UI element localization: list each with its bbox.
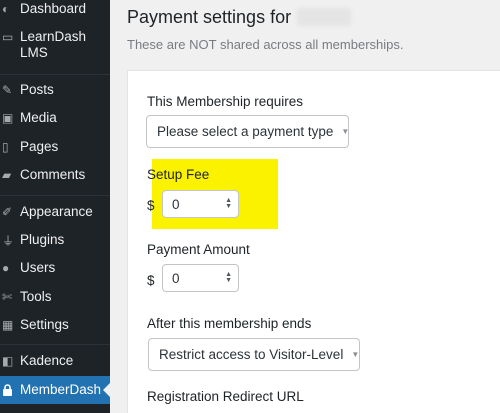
sidebar-item-label: Posts (20, 82, 54, 97)
sidebar-item-users[interactable]: ● Users (0, 260, 110, 278)
users-icon: ● (2, 261, 10, 275)
sidebar-item-comments[interactable]: ▰ Comments (0, 167, 110, 185)
brush-icon: ✐ (2, 205, 13, 219)
sidebar-item-memberdash[interactable]: MemberDash (0, 376, 110, 404)
kadence-icon: ◧ (2, 354, 14, 368)
payment-amount-stepper[interactable]: ▲ ▼ (225, 271, 232, 284)
dashboard-icon: ◐ (2, 2, 10, 16)
setup-fee-input[interactable]: 0 ▲ ▼ (162, 190, 239, 218)
payment-amount-value: 0 (172, 270, 180, 286)
sidebar-item-posts[interactable]: ✎ Posts (0, 82, 110, 100)
payment-type-value: Please select a payment type (157, 124, 334, 139)
sidebar-item-media[interactable]: ▣ Media (0, 110, 110, 128)
payment-settings-card: This Membership requires Please select a… (127, 70, 500, 413)
sidebar-item-plugins[interactable]: ⏚ Plugins (0, 232, 110, 250)
payment-amount-label: Payment Amount (147, 242, 250, 257)
sidebar-item-tools[interactable]: ✄ Tools (0, 289, 110, 307)
sidebar-item-kadence[interactable]: ◧ Kadence (0, 353, 110, 371)
sidebar-item-appearance[interactable]: ✐ Appearance (0, 204, 110, 222)
sidebar-divider (0, 74, 110, 75)
sidebar-item-settings[interactable]: ▦ Settings (0, 317, 110, 335)
sidebar-item-label: Dashboard (20, 1, 87, 16)
page-title: Payment settings for (127, 7, 352, 28)
sidebar-item-learndash[interactable]: ▭ LearnDash LMS (0, 29, 110, 63)
admin-sidebar: ◐ Dashboard ▭ LearnDash LMS ✎ Posts ▣ Me… (0, 0, 110, 413)
sidebar-item-label: LearnDash LMS (20, 29, 87, 60)
learndash-icon: ▭ (2, 30, 14, 44)
stepper-down-icon[interactable]: ▼ (225, 203, 232, 210)
sidebar-item-label: MemberDash (20, 382, 102, 397)
setup-fee-label: Setup Fee (147, 167, 210, 182)
sidebar-item-label: Pages (20, 139, 59, 154)
sidebar-item-label: Plugins (20, 232, 65, 247)
pin-icon: ✎ (2, 83, 13, 97)
after-membership-ends-label: After this membership ends (147, 316, 312, 331)
payment-type-select[interactable]: Please select a payment type ▼ (146, 115, 349, 148)
setup-fee-currency: $ (147, 198, 155, 213)
sidebar-divider (0, 195, 110, 196)
sidebar-item-label: Kadence (20, 353, 74, 368)
sidebar-item-label: Users (20, 260, 56, 275)
membership-requires-label: This Membership requires (147, 94, 304, 109)
payment-amount-currency: $ (147, 273, 155, 288)
after-membership-ends-value: Restrict access to Visitor-Level (159, 347, 344, 362)
chevron-down-icon: ▼ (351, 350, 360, 359)
media-icon: ▣ (2, 111, 14, 125)
pages-icon: ▯ (2, 140, 9, 154)
sidebar-item-label: Tools (20, 289, 52, 304)
settings-icon: ▦ (2, 318, 14, 332)
sidebar-divider (0, 344, 110, 345)
after-membership-ends-select[interactable]: Restrict access to Visitor-Level ▼ (148, 338, 360, 371)
lock-icon (0, 382, 20, 398)
plugin-icon: ⏚ (2, 233, 15, 248)
page-title-text: Payment settings for (127, 7, 292, 27)
sidebar-item-label: Settings (20, 317, 69, 332)
sidebar-item-dashboard[interactable]: ◐ Dashboard (0, 1, 110, 19)
main-content: Payment settings for These are NOT share… (110, 0, 500, 413)
page-subtitle: These are NOT shared across all membersh… (127, 37, 404, 52)
sidebar-item-label: Media (20, 110, 57, 125)
sidebar-item-pages[interactable]: ▯ Pages (0, 139, 110, 157)
comments-icon: ▰ (2, 168, 12, 182)
registration-redirect-label: Registration Redirect URL (147, 389, 304, 404)
setup-fee-value: 0 (172, 196, 180, 212)
payment-amount-input[interactable]: 0 ▲ ▼ (162, 264, 239, 292)
wrench-icon: ✄ (2, 290, 13, 304)
sidebar-item-label: Comments (20, 167, 86, 182)
sidebar-item-label: Appearance (20, 204, 93, 219)
chevron-down-icon: ▼ (341, 127, 350, 136)
redacted-membership-name (297, 8, 352, 26)
stepper-down-icon[interactable]: ▼ (225, 277, 232, 284)
setup-fee-stepper[interactable]: ▲ ▼ (225, 197, 232, 210)
